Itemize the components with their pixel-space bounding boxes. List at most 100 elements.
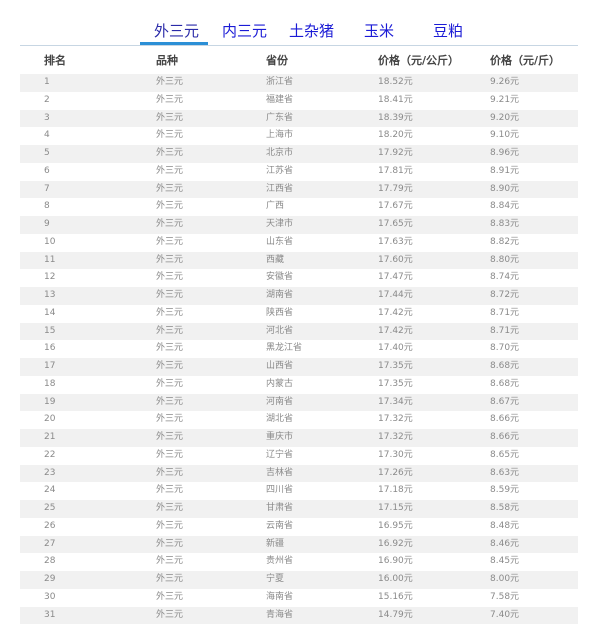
table-row: 1 外三元 浙江省 18.52元 9.26元 xyxy=(20,74,578,92)
price-per-kg-cell: 16.92元 xyxy=(378,538,413,549)
breed-cell: 外三元 xyxy=(156,290,184,300)
price-per-jin-cell: 8.83元 xyxy=(490,219,520,229)
table-row: 4 外三元 上海市 18.20元 9.10元 xyxy=(20,127,578,145)
price-per-kg-cell: 14.79元 xyxy=(378,609,413,620)
price-per-kg-cell: 17.35元 xyxy=(378,378,413,389)
breed-cell: 外三元 xyxy=(156,77,184,87)
rank-cell: 27 xyxy=(44,538,56,549)
price-per-jin-cell: 8.67元 xyxy=(490,396,520,407)
breed-cell: 外三元 xyxy=(156,449,184,460)
province-cell: 西藏 xyxy=(266,254,285,265)
price-per-kg-cell: 18.52元 xyxy=(378,77,413,87)
price-per-kg-cell: 17.26元 xyxy=(378,467,413,478)
breed-cell: 外三元 xyxy=(156,432,184,442)
price-per-kg-cell: 17.42元 xyxy=(378,307,413,318)
price-per-jin-cell: 9.10元 xyxy=(490,130,520,141)
rank-cell: 22 xyxy=(44,449,56,460)
province-cell: 江苏省 xyxy=(266,165,294,176)
header-price-per-jin: 价格（元/斤） xyxy=(490,54,561,67)
price-per-kg-cell: 17.63元 xyxy=(378,236,413,247)
rank-cell: 10 xyxy=(44,236,56,247)
table-row: 15 外三元 河北省 17.42元 8.71元 xyxy=(20,322,578,341)
table-row: 29 外三元 宁夏 16.00元 8.00元 xyxy=(20,571,578,589)
table-row: 23 外三元 吉林省 17.26元 8.63元 xyxy=(20,464,578,483)
table-row: 11 外三元 西藏 17.60元 8.80元 xyxy=(20,251,578,270)
table-row: 5 外三元 北京市 17.92元 8.96元 xyxy=(20,145,578,163)
rank-cell: 18 xyxy=(44,378,56,389)
price-per-kg-cell: 17.32元 xyxy=(378,414,413,425)
rank-cell: 17 xyxy=(44,361,56,371)
price-per-jin-cell: 8.00元 xyxy=(490,574,520,584)
price-per-jin-cell: 7.40元 xyxy=(490,609,520,620)
province-cell: 山西省 xyxy=(266,361,294,371)
province-cell: 广西 xyxy=(266,201,285,212)
table-row: 3 外三元 广东省 18.39元 9.20元 xyxy=(20,109,578,128)
tab-bar: 外三元 内三元 土杂猪 玉米 豆粕 xyxy=(0,0,600,46)
tab-yu-mi[interactable]: 玉米 xyxy=(364,20,394,41)
breed-cell: 外三元 xyxy=(156,538,184,549)
price-per-kg-cell: 16.00元 xyxy=(378,574,413,584)
breed-cell: 外三元 xyxy=(156,148,184,158)
price-per-kg-cell: 16.90元 xyxy=(378,556,413,567)
tab-wai-san-yuan[interactable]: 外三元 xyxy=(154,20,199,41)
table-row: 28 外三元 贵州省 16.90元 8.45元 xyxy=(20,553,578,571)
price-per-jin-cell: 8.68元 xyxy=(490,361,520,371)
province-cell: 上海市 xyxy=(266,130,294,141)
price-per-kg-cell: 17.34元 xyxy=(378,396,413,407)
rank-cell: 16 xyxy=(44,343,56,354)
rank-cell: 5 xyxy=(44,148,50,158)
province-cell: 辽宁省 xyxy=(266,449,294,460)
province-cell: 四川省 xyxy=(266,485,294,496)
price-per-jin-cell: 8.68元 xyxy=(490,378,520,389)
province-cell: 重庆市 xyxy=(266,432,294,442)
province-cell: 甘肃省 xyxy=(266,503,294,513)
rank-cell: 7 xyxy=(44,183,50,194)
table-row: 13 外三元 湖南省 17.44元 8.72元 xyxy=(20,287,578,305)
breed-cell: 外三元 xyxy=(156,183,184,194)
tab-nei-san-yuan[interactable]: 内三元 xyxy=(222,20,267,41)
province-cell: 安徽省 xyxy=(266,272,294,283)
table-row: 14 外三元 陕西省 17.42元 8.71元 xyxy=(20,305,578,323)
price-per-kg-cell: 18.41元 xyxy=(378,94,413,105)
price-table: 排名 品种 省份 价格（元/公斤） 价格（元/斤） 1 外三元 浙江省 18.52元 9… xyxy=(20,48,578,625)
rank-cell: 31 xyxy=(44,609,56,620)
breed-cell: 外三元 xyxy=(156,396,184,407)
price-per-kg-cell: 17.67元 xyxy=(378,201,413,212)
breed-cell: 外三元 xyxy=(156,556,184,567)
rank-cell: 14 xyxy=(44,307,56,318)
rank-cell: 28 xyxy=(44,556,56,567)
price-per-jin-cell: 9.21元 xyxy=(490,94,520,105)
province-cell: 北京市 xyxy=(266,148,294,158)
tab-dou-po[interactable]: 豆粕 xyxy=(433,20,463,41)
tab-tu-za-zhu[interactable]: 土杂猪 xyxy=(289,20,334,41)
rank-cell: 8 xyxy=(44,201,50,212)
table-row: 19 外三元 河南省 17.34元 8.67元 xyxy=(20,393,578,412)
table-row: 20 外三元 湖北省 17.32元 8.66元 xyxy=(20,411,578,429)
rank-cell: 6 xyxy=(44,165,50,176)
province-cell: 海南省 xyxy=(266,591,294,602)
price-per-jin-cell: 8.66元 xyxy=(490,414,520,425)
table-row: 30 外三元 海南省 15.16元 7.58元 xyxy=(20,589,578,607)
tab-divider xyxy=(20,45,578,46)
breed-cell: 外三元 xyxy=(156,219,184,229)
province-cell: 河南省 xyxy=(266,396,294,407)
rank-cell: 19 xyxy=(44,396,56,407)
table-row: 9 外三元 天津市 17.65元 8.83元 xyxy=(20,216,578,234)
breed-cell: 外三元 xyxy=(156,272,184,283)
table-row: 10 外三元 山东省 17.63元 8.82元 xyxy=(20,234,578,252)
price-per-kg-cell: 18.20元 xyxy=(378,130,413,141)
rank-cell: 3 xyxy=(44,112,50,123)
breed-cell: 外三元 xyxy=(156,574,184,584)
breed-cell: 外三元 xyxy=(156,361,184,371)
price-per-jin-cell: 8.46元 xyxy=(490,538,520,549)
price-per-kg-cell: 17.18元 xyxy=(378,485,413,496)
table-row: 24 外三元 四川省 17.18元 8.59元 xyxy=(20,482,578,500)
breed-cell: 外三元 xyxy=(156,520,184,531)
rank-cell: 9 xyxy=(44,219,50,229)
breed-cell: 外三元 xyxy=(156,94,184,105)
breed-cell: 外三元 xyxy=(156,503,184,513)
rank-cell: 24 xyxy=(44,485,56,496)
province-cell: 宁夏 xyxy=(266,574,285,584)
header-price-per-kg: 价格（元/公斤） xyxy=(378,54,460,67)
table-row: 12 外三元 安徽省 17.47元 8.74元 xyxy=(20,269,578,287)
